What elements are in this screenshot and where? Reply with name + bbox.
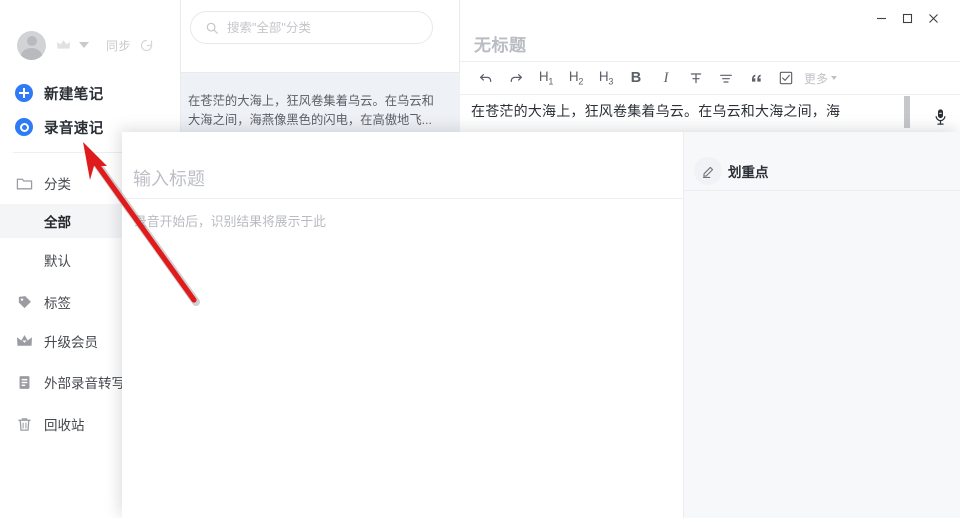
pen-icon bbox=[702, 166, 713, 178]
search-wrapper bbox=[190, 11, 433, 44]
more-tools-button[interactable]: 更多 bbox=[804, 70, 838, 87]
undo-button[interactable] bbox=[471, 64, 501, 92]
microphone-button[interactable] bbox=[929, 105, 951, 129]
modal-title-divider bbox=[122, 198, 683, 199]
strikethrough-icon bbox=[690, 73, 702, 84]
undo-icon bbox=[480, 74, 492, 82]
record-circle-icon bbox=[15, 118, 33, 136]
close-icon bbox=[928, 13, 938, 23]
checkbox-button[interactable] bbox=[771, 64, 801, 92]
account-row[interactable]: 同步 bbox=[0, 22, 181, 68]
record-note-label: 录音速记 bbox=[44, 120, 104, 137]
italic-icon: I bbox=[663, 69, 669, 86]
highlight-panel-divider bbox=[684, 190, 960, 191]
microphone-icon bbox=[935, 108, 945, 125]
sync-label: 同步 bbox=[106, 38, 132, 53]
sidebar-label-trash: 回收站 bbox=[44, 418, 85, 433]
heading-3-button[interactable]: H3 bbox=[591, 64, 621, 92]
quote-icon bbox=[752, 74, 761, 82]
editor-title[interactable]: 无标题 bbox=[474, 31, 527, 56]
quote-button[interactable] bbox=[741, 64, 771, 92]
editor-body-text: 在苍茫的大海上，狂风卷集着乌云。在乌云和大海之间，海 bbox=[471, 103, 841, 119]
maximize-icon bbox=[902, 13, 912, 23]
modal-transcript-hint: 录音开始后，识别结果将展示于此 bbox=[134, 214, 326, 229]
sidebar-label-default: 默认 bbox=[44, 254, 71, 269]
highlight-panel-header[interactable]: 划重点 bbox=[684, 154, 960, 188]
heading-1-icon: H1 bbox=[538, 69, 554, 87]
editor-toolbar: H1 H2 H3 B I 更多 bbox=[460, 61, 960, 95]
crown-icon[interactable] bbox=[56, 39, 71, 51]
minimize-icon bbox=[876, 17, 886, 19]
editor-body[interactable]: 在苍茫的大海上，狂风卷集着乌云。在乌云和大海之间，海 bbox=[460, 96, 960, 128]
crown-icon bbox=[17, 334, 32, 346]
new-note-button[interactable]: 新建笔记 bbox=[0, 76, 181, 110]
heading-1-button[interactable]: H1 bbox=[531, 64, 561, 92]
user-avatar[interactable] bbox=[17, 30, 46, 60]
close-button[interactable] bbox=[920, 8, 946, 28]
recording-modal: 录音开始后，识别结果将展示于此 划重点 bbox=[122, 132, 960, 518]
sidebar-label-external-transcribe: 外部录音转写 bbox=[44, 376, 125, 391]
redo-button[interactable] bbox=[501, 64, 531, 92]
chevron-down-icon[interactable] bbox=[79, 42, 89, 48]
modal-transcript-panel: 录音开始后，识别结果将展示于此 bbox=[122, 132, 683, 518]
redo-icon bbox=[510, 74, 522, 82]
refresh-spinner-icon[interactable] bbox=[139, 38, 154, 53]
tag-icon bbox=[18, 295, 31, 308]
modal-highlight-panel: 划重点 bbox=[683, 132, 960, 518]
minimize-button[interactable] bbox=[868, 8, 894, 28]
sidebar-label-tags: 标签 bbox=[44, 296, 71, 311]
sidebar-label-categories: 分类 bbox=[44, 177, 71, 192]
checkbox-icon bbox=[779, 71, 793, 85]
heading-2-icon: H2 bbox=[568, 69, 584, 87]
strikethrough-button[interactable] bbox=[681, 64, 711, 92]
highlight-panel-label: 划重点 bbox=[728, 165, 769, 180]
maximize-button[interactable] bbox=[894, 8, 920, 28]
audio-file-icon bbox=[19, 375, 30, 389]
app-window: 同步 新建笔记 录音速记 分类 全部 默认 标签 升级会员 外部录音转写 回收站… bbox=[0, 0, 960, 518]
search-icon bbox=[206, 22, 218, 34]
bold-button[interactable]: B bbox=[621, 64, 651, 92]
new-note-label: 新建笔记 bbox=[44, 86, 104, 103]
heading-2-button[interactable]: H2 bbox=[561, 64, 591, 92]
search-input[interactable] bbox=[227, 20, 407, 35]
chevron-down-icon bbox=[831, 76, 838, 80]
bold-icon: B bbox=[630, 70, 642, 86]
window-controls bbox=[868, 8, 946, 28]
plus-circle-icon bbox=[15, 84, 33, 102]
search-box[interactable] bbox=[190, 11, 433, 44]
folder-icon bbox=[16, 178, 33, 189]
align-button[interactable] bbox=[711, 64, 741, 92]
sidebar-label-all: 全部 bbox=[44, 215, 71, 230]
italic-button[interactable]: I bbox=[651, 64, 681, 92]
modal-title-input[interactable] bbox=[133, 162, 653, 196]
more-tools-label: 更多 bbox=[804, 71, 829, 86]
align-icon bbox=[720, 74, 732, 83]
trash-icon bbox=[18, 417, 31, 431]
note-list-item[interactable]: 在苍茫的大海上，狂风卷集着乌云。在乌云和大海之间，海燕像黑色的闪电，在高傲地飞.… bbox=[181, 72, 460, 138]
note-snippet: 在苍茫的大海上，狂风卷集着乌云。在乌云和大海之间，海燕像黑色的闪电，在高傲地飞.… bbox=[188, 94, 434, 127]
pen-highlight-icon bbox=[694, 157, 722, 185]
editor-scrollbar[interactable] bbox=[904, 96, 910, 128]
heading-3-icon: H3 bbox=[598, 69, 614, 87]
sidebar-label-upgrade-member: 升级会员 bbox=[44, 335, 98, 350]
